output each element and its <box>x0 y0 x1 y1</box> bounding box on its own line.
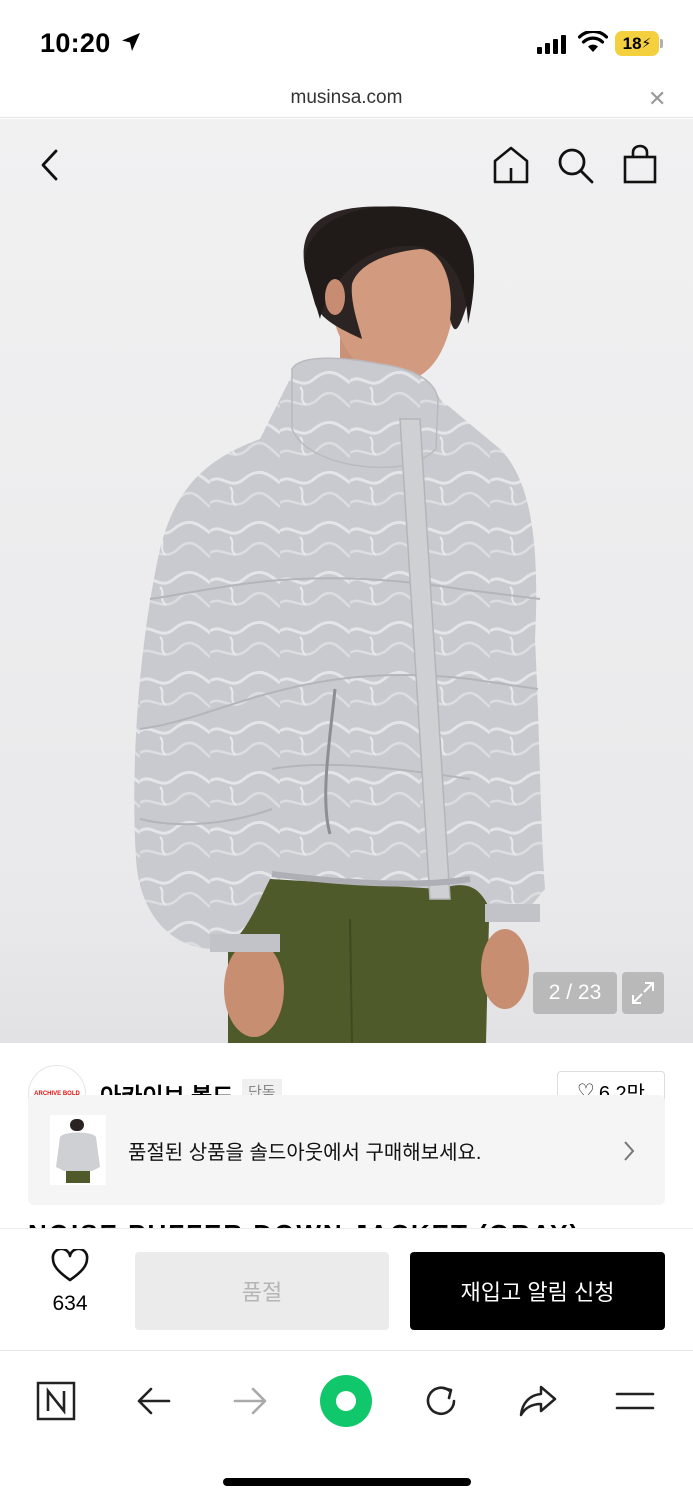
wifi-icon <box>578 31 608 52</box>
soldout-button[interactable]: 품절 <box>135 1252 389 1330</box>
menu-icon[interactable] <box>607 1373 663 1429</box>
battery-indicator: 18 ⚡ <box>615 31 659 56</box>
browser-toolbar <box>0 1350 693 1500</box>
url-bar[interactable]: musinsa.com ✕ <box>0 80 693 118</box>
reload-icon[interactable] <box>413 1373 469 1429</box>
soldout-banner[interactable]: 품절된 상품을 솔드아웃에서 구매해보세요. <box>28 1095 665 1205</box>
naver-icon[interactable] <box>28 1373 84 1429</box>
bag-icon[interactable] <box>620 144 660 186</box>
home-icon[interactable] <box>491 144 531 186</box>
heart-icon <box>51 1247 89 1282</box>
chevron-right-icon <box>624 1141 635 1161</box>
restock-alert-button[interactable]: 재입고 알림 신청 <box>410 1252 665 1330</box>
url-domain[interactable]: musinsa.com <box>0 87 693 109</box>
image-counter: 2 / 23 <box>533 972 617 1014</box>
green-dot-icon[interactable] <box>318 1373 374 1429</box>
like-button[interactable]: 634 <box>34 1247 106 1329</box>
share-icon[interactable] <box>510 1373 566 1429</box>
model-photo <box>134 206 546 1043</box>
battery-nub <box>660 39 663 48</box>
product-image[interactable] <box>0 119 693 1043</box>
banner-thumbnail <box>50 1115 106 1185</box>
signal-icon <box>537 34 566 54</box>
like-count: 634 <box>52 1292 88 1315</box>
soldout-banner-text: 품절된 상품을 솔드아웃에서 구매해보세요. <box>128 1142 482 1164</box>
close-icon[interactable]: ✕ <box>648 86 666 112</box>
search-icon[interactable] <box>556 146 596 186</box>
location-arrow-icon <box>122 33 140 51</box>
back-icon[interactable] <box>36 147 66 183</box>
battery-level: 18 <box>622 33 642 53</box>
status-bar: 10:20 18 ⚡ <box>0 0 693 80</box>
expand-icon[interactable] <box>622 972 664 1014</box>
arrow-left-icon[interactable] <box>126 1373 182 1429</box>
home-indicator <box>223 1478 471 1486</box>
action-bar: 634 품절 재입고 알림 신청 <box>0 1228 693 1350</box>
status-time: 10:20 <box>40 28 111 58</box>
arrow-right-icon[interactable] <box>222 1373 278 1429</box>
